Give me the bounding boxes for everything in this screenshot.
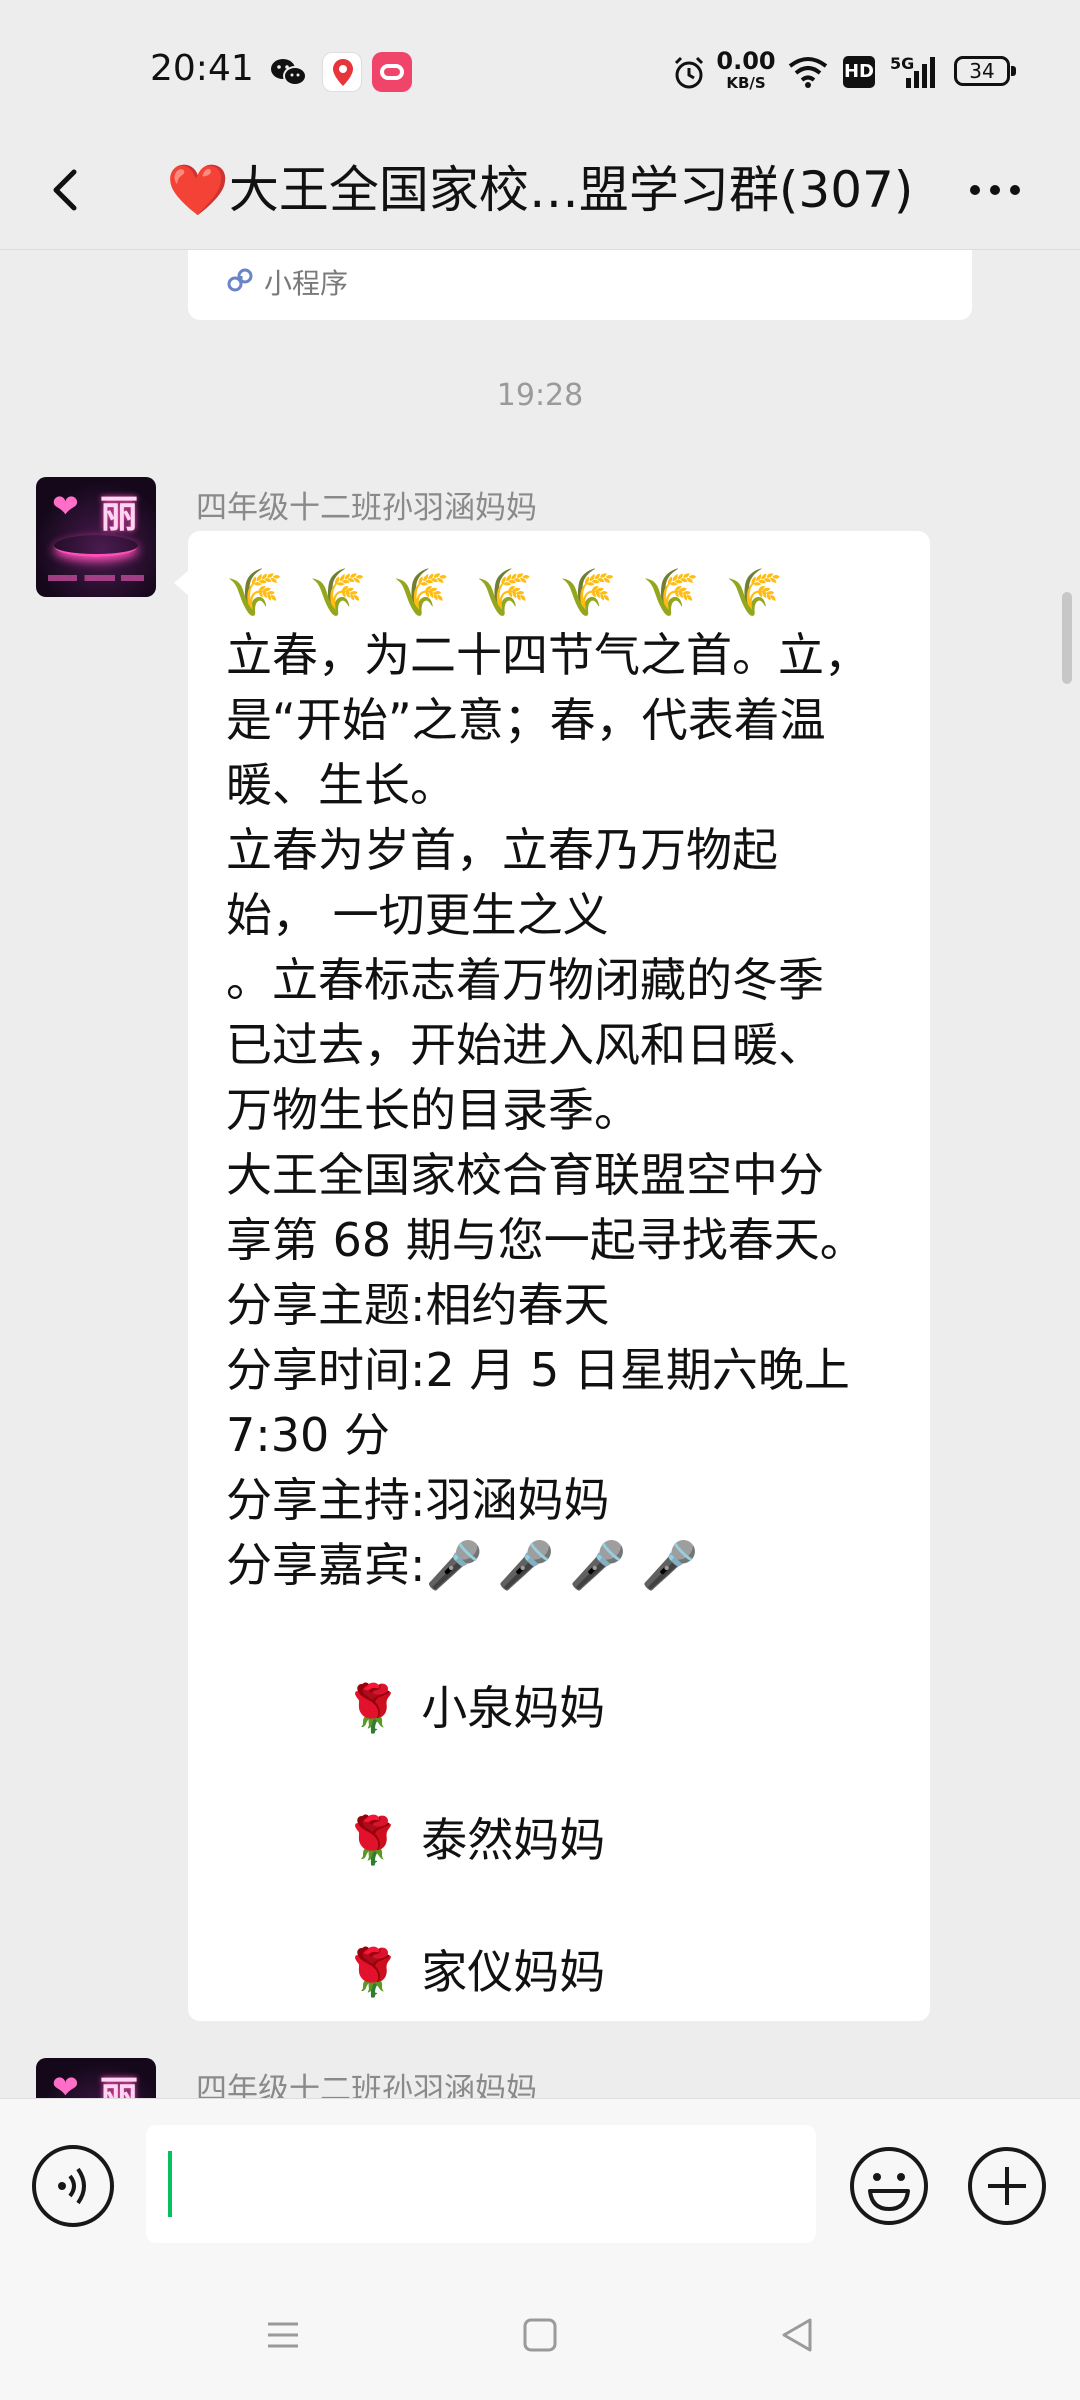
message-input[interactable] [146, 2125, 816, 2243]
input-bar [0, 2098, 1080, 2270]
neon-tagline [48, 575, 144, 581]
chat-messages[interactable]: 小程序 19:28 ❤ 丽 四年级十二班孙羽涵妈妈 🌾🌾🌾🌾🌾🌾🌾 立春，为二十… [0, 250, 1080, 2098]
back-triangle-icon[interactable] [772, 2310, 822, 2360]
chat-title: ❤️大王全国家校…盟学习群(307) [166, 161, 914, 219]
guest-name: 小泉妈妈 [421, 1681, 606, 1735]
plus-icon[interactable] [966, 2145, 1048, 2227]
guest-item: 🌹 家仪妈妈 [226, 1906, 900, 2038]
sender-name: 四年级十二班孙羽涵妈妈 [196, 490, 537, 526]
status-bar: 20:41 0.00 KB/S HD 5G 34 [0, 0, 1080, 130]
signal-icon [896, 54, 940, 94]
net-speed-unit: KB/S [726, 74, 766, 92]
hd-badge: HD [843, 56, 875, 88]
guest-item: 🌹 小泉妈妈 [226, 1642, 900, 1774]
status-time: 20:41 [150, 48, 254, 89]
message-line: 始， 一切更生之义 [226, 888, 609, 942]
mini-program-card[interactable]: 小程序 [188, 250, 972, 320]
wifi-icon [786, 54, 830, 94]
guest-item: 🌹 泰然妈妈 [226, 1774, 900, 1906]
message-line: 分享主持:羽涵妈妈 [226, 1473, 610, 1527]
rose-icon: 🌹 [344, 1681, 402, 1735]
message-line: 享第 68 期与您一起寻找春天。 [226, 1213, 866, 1267]
message-line: 是“开始”之意；春，代表着温 [226, 693, 826, 747]
chevron-left-icon[interactable] [36, 160, 96, 220]
avatar-text: 丽 [100, 2073, 139, 2098]
home-square-icon[interactable] [515, 2310, 565, 2360]
guest-name: 泰然妈妈 [421, 1813, 606, 1867]
avatar[interactable]: ❤ 丽 [36, 2058, 156, 2098]
message-line: 分享主题:相约春天 [226, 1278, 610, 1332]
message-line: 。立春标志着万物闭藏的冬季 [226, 953, 824, 1007]
voice-icon[interactable] [32, 2145, 114, 2227]
message-line: 立春，为二十四节气之首。立， [226, 628, 870, 682]
menu-icon[interactable] [258, 2310, 308, 2360]
message-line: 万物生长的目录季。 [226, 1083, 640, 1137]
message-line: 立春为岁首，立春乃万物起 [226, 823, 778, 877]
rice-emoji-row: 🌾🌾🌾🌾🌾🌾🌾 [226, 565, 809, 619]
wechat-icon [268, 52, 308, 92]
avatar-text: 丽 [100, 492, 139, 536]
net-speed-value: 0.00 [716, 47, 776, 75]
alarm-icon [670, 54, 710, 94]
text-cursor [168, 2151, 172, 2217]
message-timestamp: 19:28 [496, 378, 584, 413]
heart-icon: ❤ [52, 487, 79, 525]
neon-signature [54, 535, 138, 557]
message-line: 已过去，开始进入风和日暖、 [226, 1018, 824, 1072]
scrollbar[interactable] [1062, 592, 1072, 684]
location-app-icon [322, 52, 362, 92]
message-line: 分享时间:2 月 5 日星期六晚上 [226, 1343, 850, 1397]
battery-icon: 34 [954, 56, 1016, 86]
guest-name: 家仪妈妈 [421, 1945, 606, 1999]
mini-program-label: 小程序 [264, 267, 349, 300]
avatar[interactable]: ❤ 丽 [36, 477, 156, 597]
mini-program-icon [226, 266, 254, 294]
message-text: 立春，为二十四节气之首。立， 是“开始”之意；春，代表着温 暖、生长。 立春为岁… [226, 623, 900, 1598]
message-line: 暖、生长。 [226, 758, 456, 812]
message-bubble[interactable]: 🌾🌾🌾🌾🌾🌾🌾 立春，为二十四节气之首。立， 是“开始”之意；春，代表着温 暖、… [174, 531, 930, 2021]
chat-header: ❤️大王全国家校…盟学习群(307) [0, 130, 1080, 250]
emoji-icon[interactable] [848, 2145, 930, 2227]
message-line: 大王全国家校合育联盟空中分 [226, 1148, 824, 1202]
message-line: 7:30 分 [226, 1408, 390, 1462]
more-dots-icon[interactable] [960, 160, 1030, 220]
rose-icon: 🌹 [344, 1945, 402, 1999]
red-app-icon [372, 52, 412, 92]
sender-name: 四年级十二班孙羽涵妈妈 [196, 2072, 537, 2098]
net-speed: 0.00 KB/S [716, 47, 776, 94]
system-nav-bar [0, 2270, 1080, 2400]
rose-icon: 🌹 [344, 1813, 402, 1867]
message-line: 分享嘉宾:🎤 🎤 🎤 🎤 [226, 1538, 699, 1592]
heart-icon: ❤ [52, 2068, 79, 2098]
